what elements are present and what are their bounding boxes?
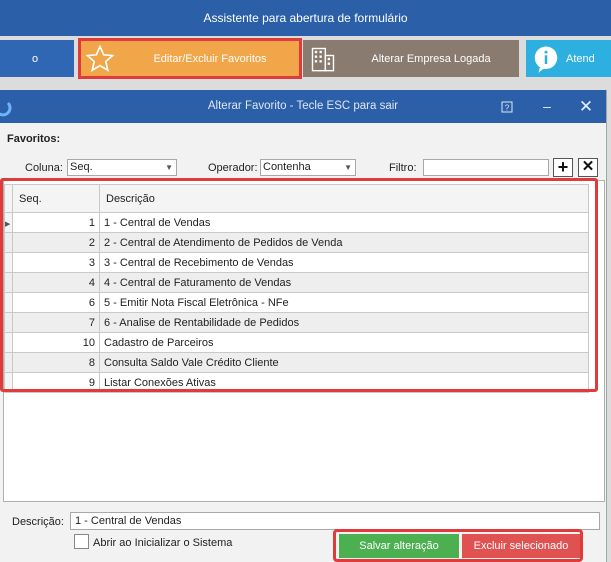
row-selector[interactable] — [4, 312, 13, 333]
alter-favorite-dialog: Alterar Favorito - Tecle ESC para sair ?… — [0, 90, 607, 562]
table-row[interactable]: 9 Listar Conexões Ativas — [4, 372, 589, 393]
tile-bar: o Editar/Excluir Favoritos Alterar Empre… — [0, 36, 611, 82]
app-title: Assistente para abertura de formulário — [203, 11, 408, 25]
chevron-down-icon: ▼ — [344, 163, 352, 172]
tile-atendimento-label: Atend — [566, 52, 595, 65]
cell-descricao: Consulta Saldo Vale Crédito Cliente — [99, 352, 589, 373]
table-row[interactable]: ▶ 1 1 - Central de Vendas — [4, 212, 589, 233]
cell-descricao: Listar Conexões Ativas — [99, 372, 589, 393]
table-row[interactable]: 33 - Central de Recebimento de Vendas — [4, 252, 589, 273]
building-icon — [303, 45, 343, 73]
cell-descricao: 1 - Central de Vendas — [99, 212, 589, 233]
tile-prev-label: o — [31, 52, 39, 65]
minimize-icon[interactable]: – — [532, 90, 562, 123]
info-bubble-icon — [526, 44, 566, 74]
tile-prev[interactable]: o — [0, 40, 74, 77]
tile-edit-favorites-label: Editar/Excluir Favoritos — [153, 52, 267, 65]
app-title-bar: Assistente para abertura de formulário — [0, 0, 611, 36]
cell-descricao: 3 - Central de Recebimento de Vendas — [99, 252, 589, 273]
add-filter-button[interactable]: + — [553, 158, 573, 177]
operador-label: Operador: — [208, 162, 258, 174]
save-button[interactable]: Salvar alteração — [339, 534, 459, 558]
tile-change-company[interactable]: Alterar Empresa Logada — [303, 40, 519, 77]
coluna-label: Coluna: — [25, 162, 63, 174]
column-header-seq[interactable]: Seq. — [12, 184, 100, 213]
row-selector[interactable] — [4, 372, 13, 393]
help-icon[interactable]: ? — [492, 90, 522, 123]
cell-seq: 7 — [12, 312, 100, 333]
table-row[interactable]: 10 Cadastro de Parceiros — [4, 332, 589, 353]
cell-descricao: 5 - Emitir Nota Fiscal Eletrônica - NFe — [99, 292, 589, 313]
cell-descricao: 6 - Analise de Rentabilidade de Pedidos — [99, 312, 589, 333]
row-selector[interactable] — [4, 272, 13, 293]
operador-value: Contenha — [263, 161, 311, 173]
row-selector-header — [4, 184, 13, 213]
filter-bar: Coluna: Seq. ▼ Operador: Contenha ▼ Filt… — [0, 158, 606, 178]
tile-change-company-label: Alterar Empresa Logada — [371, 52, 491, 65]
descricao-input[interactable]: 1 - Central de Vendas — [70, 512, 600, 530]
cell-seq: 1 — [12, 212, 100, 233]
table-row[interactable]: 76 - Analise de Rentabilidade de Pedidos — [4, 312, 589, 333]
column-header-descricao[interactable]: Descrição — [99, 184, 589, 213]
descricao-label: Descrição: — [12, 516, 64, 528]
svg-text:?: ? — [505, 104, 510, 113]
favorites-table: Seq. Descrição ▶ 1 1 - Central de Vendas 2 2… — [4, 184, 589, 393]
dialog-title: Alterar Favorito - Tecle ESC para sair — [207, 100, 399, 112]
filtro-input[interactable] — [423, 159, 549, 176]
close-icon[interactable]: ✕ — [571, 90, 601, 123]
row-selector[interactable] — [4, 252, 13, 273]
table-row[interactable]: 44 - Central de Faturamento de Vendas — [4, 272, 589, 293]
cell-descricao: 2 - Central de Atendimento de Pedidos de… — [99, 232, 589, 253]
coluna-select[interactable]: Seq. ▼ — [67, 159, 177, 176]
cell-seq: 8 — [12, 352, 100, 373]
app-logo-icon — [0, 98, 12, 131]
chevron-down-icon: ▼ — [165, 163, 173, 172]
table-row[interactable]: 65 - Emitir Nota Fiscal Eletrônica - NFe — [4, 292, 589, 313]
row-selector[interactable] — [4, 232, 13, 253]
cell-seq: 4 — [12, 272, 100, 293]
delete-button[interactable]: Excluir selecionado — [462, 534, 580, 558]
startup-checkbox-label: Abrir ao Inicializar o Sistema — [93, 537, 233, 549]
coluna-value: Seq. — [70, 161, 93, 173]
star-icon — [80, 43, 120, 74]
tile-atendimento[interactable]: Atend — [526, 40, 611, 77]
operador-select[interactable]: Contenha ▼ — [260, 159, 356, 176]
table-row[interactable]: 8 Consulta Saldo Vale Crédito Cliente — [4, 352, 589, 373]
row-selector[interactable] — [4, 352, 13, 373]
dialog-title-bar: Alterar Favorito - Tecle ESC para sair ?… — [0, 90, 606, 123]
cell-descricao: Cadastro de Parceiros — [99, 332, 589, 353]
tile-edit-favorites[interactable]: Editar/Excluir Favoritos — [78, 38, 302, 79]
cell-descricao: 4 - Central de Faturamento de Vendas — [99, 272, 589, 293]
row-pointer-icon: ▶ — [5, 220, 11, 228]
row-selector[interactable]: ▶ — [4, 212, 13, 233]
cell-seq: 2 — [12, 232, 100, 253]
favorites-section-label: Favoritos: — [7, 133, 61, 145]
cell-seq: 10 — [12, 332, 100, 353]
cell-seq: 3 — [12, 252, 100, 273]
table-row[interactable]: 22 - Central de Atendimento de Pedidos d… — [4, 232, 589, 253]
row-selector[interactable] — [4, 332, 13, 353]
cell-seq: 6 — [12, 292, 100, 313]
filtro-label: Filtro: — [389, 162, 417, 174]
cell-seq: 9 — [12, 372, 100, 393]
startup-checkbox[interactable] — [74, 534, 89, 549]
row-selector[interactable] — [4, 292, 13, 313]
clear-filter-button[interactable]: ✕ — [578, 158, 598, 177]
